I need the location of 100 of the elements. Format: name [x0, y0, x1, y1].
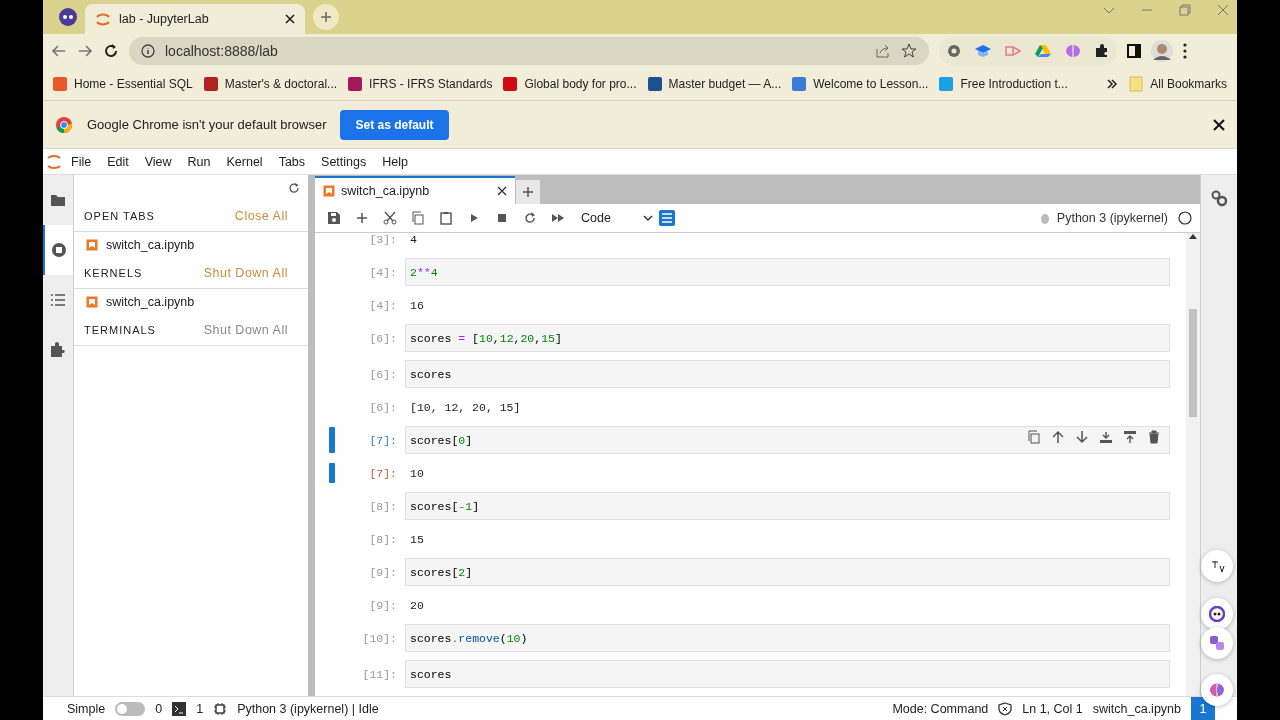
- code-cell[interactable]: scores.remove(10): [405, 624, 1170, 652]
- cell-type-dropdown[interactable]: Code: [581, 211, 653, 225]
- puzzle-icon[interactable]: [1095, 44, 1109, 58]
- bookmark[interactable]: IFRS - IFRS Standards: [348, 77, 493, 91]
- avatar-icon[interactable]: [1151, 40, 1173, 62]
- trash-icon[interactable]: [1147, 430, 1161, 444]
- active-cell-bar: [329, 427, 335, 453]
- side-panel-icon[interactable]: [1127, 44, 1141, 58]
- code-cell[interactable]: scores[0]: [405, 426, 1170, 454]
- arrow-down-icon[interactable]: [1075, 430, 1089, 444]
- brain-icon[interactable]: [1065, 44, 1081, 58]
- bookmark[interactable]: Global body for pro...: [503, 77, 637, 91]
- scrollbar-thumb[interactable]: [1189, 309, 1197, 417]
- plus-icon[interactable]: [522, 186, 534, 198]
- terminal-count: 0: [155, 701, 163, 716]
- stop-icon[interactable]: [495, 211, 509, 225]
- double-chevron-icon[interactable]: [1106, 78, 1119, 90]
- menu-item[interactable]: Settings: [313, 154, 375, 169]
- close-icon[interactable]: [285, 14, 295, 24]
- menu-item[interactable]: Kernel: [218, 154, 271, 169]
- menu-item[interactable]: View: [136, 154, 180, 169]
- output-text: [10, 12, 20, 15]: [409, 400, 521, 414]
- output-text: 4: [409, 233, 417, 246]
- back-arrow-icon[interactable]: [51, 43, 67, 59]
- fast-forward-icon[interactable]: [551, 211, 565, 225]
- menu-item[interactable]: Tabs: [270, 154, 314, 169]
- address-bar[interactable]: localhost:8888/lab: [129, 37, 929, 65]
- bookmark[interactable]: Welcome to Lesson...: [792, 77, 929, 91]
- session-item[interactable]: switch_ca.ipynb: [74, 289, 308, 315]
- chip-icon: [213, 701, 228, 716]
- puzzle-icon[interactable]: [50, 342, 66, 358]
- browser-tab[interactable]: lab - JupyterLab: [85, 4, 305, 34]
- robot-face-icon[interactable]: [1209, 606, 1225, 622]
- folder-icon[interactable]: [50, 192, 66, 208]
- brain-icon[interactable]: [1209, 682, 1225, 698]
- save-icon[interactable]: [327, 211, 341, 225]
- shield-icon: [998, 701, 1013, 716]
- code-cell[interactable]: scores: [405, 660, 1170, 688]
- menu-item[interactable]: Help: [374, 154, 416, 169]
- output-prompt: [6]:: [368, 400, 398, 414]
- code-text: scores: [410, 667, 452, 681]
- input-prompt: [6]:: [368, 367, 398, 381]
- share-icon[interactable]: [875, 43, 891, 59]
- kernel-idle-icon: [1178, 211, 1192, 225]
- code-cell[interactable]: scores[2]: [405, 558, 1170, 586]
- notebook-tab[interactable]: switch_ca.ipynb: [315, 176, 515, 204]
- input-prompt: [4]:: [368, 265, 398, 279]
- bookmark[interactable]: Master budget — A...: [647, 77, 782, 91]
- graduation-cap-icon[interactable]: [975, 44, 991, 58]
- scissors-icon[interactable]: [383, 211, 397, 225]
- arrow-up-icon[interactable]: [1051, 430, 1065, 444]
- forward-arrow-icon[interactable]: [77, 43, 93, 59]
- output-prompt: [9]:: [368, 598, 398, 612]
- terminal-icon: [172, 701, 187, 716]
- insert-below-icon[interactable]: [1123, 430, 1137, 444]
- infobar-message: Google Chrome isn't your default browser: [87, 117, 327, 132]
- stop-circle-icon[interactable]: [51, 242, 67, 258]
- session-item[interactable]: switch_ca.ipynb: [74, 232, 308, 258]
- input-prompt: [8]:: [368, 499, 398, 513]
- refresh-icon[interactable]: [288, 182, 300, 194]
- output-prompt: [8]:: [368, 532, 398, 546]
- input-prompt: [10]:: [361, 631, 398, 645]
- code-cell[interactable]: scores: [405, 360, 1170, 388]
- menu-item[interactable]: Edit: [99, 154, 137, 169]
- gears-icon[interactable]: [1210, 189, 1228, 207]
- active-cell-bar: [329, 463, 335, 483]
- set-default-button[interactable]: Set as default: [340, 109, 449, 140]
- copy-icon[interactable]: [411, 211, 425, 225]
- info-icon: [141, 44, 155, 58]
- bookmark[interactable]: Free Introduction t...: [939, 77, 1068, 91]
- simple-mode-toggle[interactable]: [115, 701, 146, 716]
- code-cell[interactable]: scores[-1]: [405, 492, 1170, 520]
- code-cell[interactable]: 2**4: [405, 258, 1170, 286]
- close-icon[interactable]: [1213, 118, 1225, 131]
- kernel-count: 1: [196, 701, 204, 716]
- reload-icon[interactable]: [103, 43, 119, 59]
- restart-icon[interactable]: [523, 211, 537, 225]
- star-icon[interactable]: [901, 43, 917, 59]
- property-inspector-icon[interactable]: [659, 210, 675, 226]
- insert-above-icon[interactable]: [1099, 430, 1113, 444]
- robot-face-icon[interactable]: [58, 7, 78, 27]
- bookmark[interactable]: Home - Essential SQL: [53, 77, 193, 91]
- output-text: 20: [409, 598, 424, 612]
- menu-item[interactable]: File: [63, 154, 100, 169]
- more-icon[interactable]: [1183, 43, 1187, 59]
- clipboard-icon[interactable]: [439, 211, 453, 225]
- plus-icon[interactable]: [355, 211, 369, 225]
- output-text: 16: [409, 298, 424, 312]
- bookmark[interactable]: All Bookmarks: [1129, 76, 1227, 92]
- notebook-icon: [323, 185, 335, 197]
- aperture-icon[interactable]: [947, 44, 961, 58]
- plus-icon[interactable]: [320, 11, 332, 23]
- drive-icon[interactable]: [1035, 44, 1051, 58]
- list-icon[interactable]: [50, 292, 66, 308]
- bookmark[interactable]: Master's & doctoral...: [203, 77, 338, 91]
- close-icon[interactable]: [497, 186, 507, 196]
- menu-item[interactable]: Run: [179, 154, 219, 169]
- duplicate-icon[interactable]: [1027, 430, 1041, 444]
- code-cell[interactable]: scores = [10,12,20,15]: [405, 324, 1170, 352]
- kernel-name[interactable]: Python 3 (ipykernel): [1056, 211, 1168, 225]
